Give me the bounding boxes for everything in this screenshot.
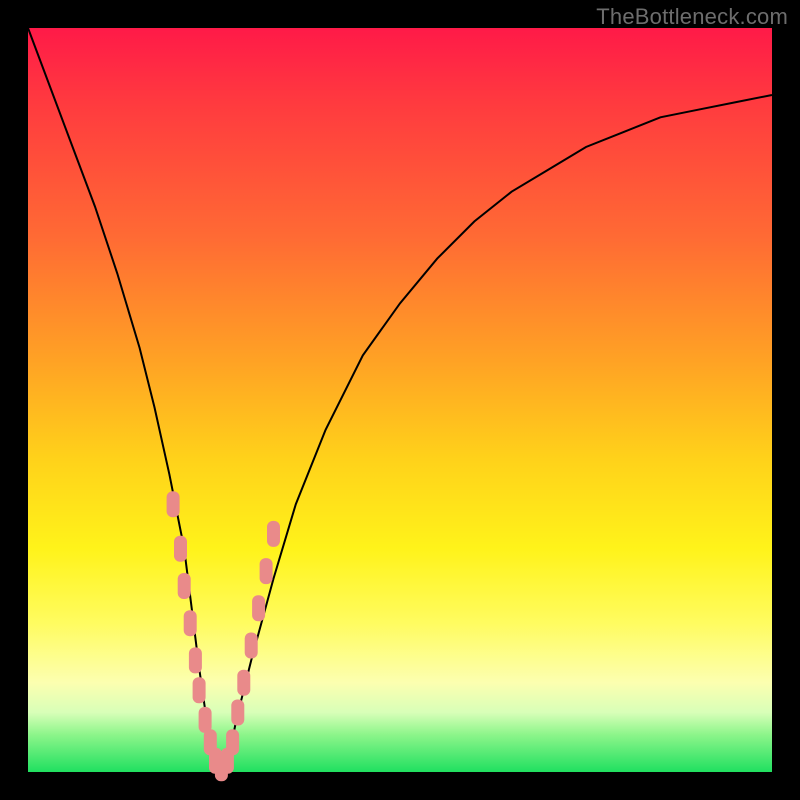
curve-marker [189,647,202,673]
curve-layer [28,28,772,772]
marker-group [167,491,280,781]
curve-marker [237,670,250,696]
curve-marker [231,700,244,726]
chart-frame: TheBottleneck.com [0,0,800,800]
curve-marker [267,521,280,547]
curve-marker [174,536,187,562]
curve-marker [167,491,180,517]
curve-marker [184,610,197,636]
curve-marker [245,633,258,659]
curve-marker [199,707,212,733]
curve-marker [178,573,191,599]
watermark-text: TheBottleneck.com [596,4,788,30]
plot-area [28,28,772,772]
curve-marker [226,729,239,755]
bottleneck-curve [28,28,772,772]
curve-marker [252,595,265,621]
curve-marker [193,677,206,703]
curve-marker [260,558,273,584]
